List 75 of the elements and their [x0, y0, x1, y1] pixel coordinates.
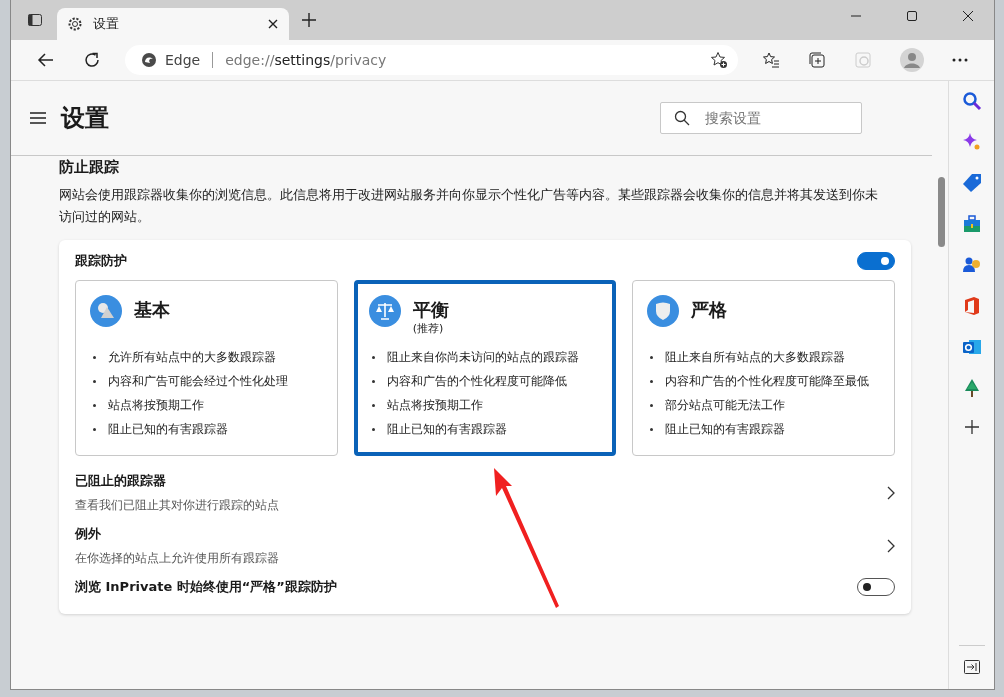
- level-point: 内容和广告的个性化程度可能降低: [386, 373, 567, 389]
- toolbox-icon[interactable]: [961, 214, 982, 234]
- search-icon[interactable]: [961, 91, 982, 111]
- level-title: 严格: [691, 298, 728, 322]
- setting-description: 在你选择的站点上允许使用所有跟踪器: [75, 551, 280, 566]
- bullet-icon: [93, 427, 96, 431]
- section-heading: 防止跟踪: [59, 158, 120, 178]
- level-option-card[interactable]: 基本 允许所有站点中的大多数跟踪器 内容和广告可能会经过个性化处理 站点将按预期工作 阻止已知的有害跟踪器: [75, 280, 338, 456]
- close-icon[interactable]: [267, 18, 279, 30]
- level-point: 内容和广告可能会经过个性化处理: [108, 373, 288, 389]
- toggle-switch[interactable]: [857, 578, 895, 596]
- level-subtitle: (推荐): [412, 321, 445, 336]
- page-title: 设置: [61, 103, 109, 134]
- bullet-icon: [650, 403, 654, 407]
- tag-icon[interactable]: [961, 173, 982, 193]
- setting-label: 浏览 InPrivate 时始终使用“严格”跟踪防护: [75, 578, 338, 596]
- level-title: 平衡: [412, 298, 449, 322]
- bullet-icon: [371, 379, 375, 383]
- toggle-switch[interactable]: [857, 252, 895, 270]
- hide-sidebar-icon[interactable]: [962, 659, 981, 675]
- close-icon[interactable]: [962, 10, 974, 22]
- level-title: 基本: [134, 298, 170, 322]
- bullet-icon: [650, 427, 654, 431]
- level-point: 站点将按预期工作: [386, 397, 483, 413]
- mail-app-icon[interactable]: [961, 337, 982, 357]
- bullet-icon: [650, 355, 654, 359]
- new-tab-icon[interactable]: [301, 12, 317, 28]
- more-icon[interactable]: [952, 58, 968, 62]
- shield-icon: [647, 295, 680, 327]
- bullet-icon: [650, 379, 654, 383]
- collections-icon[interactable]: [808, 51, 826, 69]
- bullet-icon: [371, 355, 375, 359]
- maximize-icon[interactable]: [906, 10, 918, 22]
- back-icon[interactable]: [37, 51, 55, 69]
- menu-icon[interactable]: [29, 111, 47, 125]
- level-point: 内容和广告的个性化程度可能降至最低: [665, 373, 870, 389]
- browser-tab[interactable]: 设置: [57, 8, 289, 40]
- level-point: 阻止来自所有站点的大多数跟踪器: [665, 349, 846, 365]
- level-point: 站点将按预期工作: [108, 397, 204, 413]
- shapes-icon: [90, 295, 122, 327]
- tab-actions-icon[interactable]: [27, 12, 43, 28]
- add-favorite-icon[interactable]: [710, 51, 728, 69]
- level-point: 允许所有站点中的大多数跟踪器: [108, 349, 276, 365]
- refresh-icon[interactable]: [83, 51, 101, 69]
- address-bar[interactable]: Edge edge://settings/privacy: [125, 45, 738, 75]
- level-point: 阻止已知的有害跟踪器: [665, 421, 786, 437]
- setting-label: 已阻止的跟踪器: [75, 472, 167, 490]
- favorites-icon[interactable]: [762, 51, 780, 69]
- setting-label: 跟踪防护: [75, 252, 127, 270]
- level-point: 阻止来自你尚未访问的站点的跟踪器: [386, 349, 579, 365]
- setting-label: 例外: [75, 525, 102, 543]
- browser-logo-icon: [141, 52, 157, 68]
- level-point: 阻止已知的有害跟踪器: [108, 421, 228, 437]
- chevron-right-icon[interactable]: [887, 538, 895, 553]
- bullet-icon: [93, 379, 96, 383]
- level-point: 部分站点可能无法工作: [665, 397, 786, 413]
- search-field[interactable]: 搜索设置: [660, 102, 862, 134]
- chevron-right-icon[interactable]: [887, 485, 895, 500]
- add-icon[interactable]: [963, 419, 980, 435]
- bullet-icon: [93, 355, 96, 359]
- level-point: 阻止已知的有害跟踪器: [386, 421, 507, 437]
- bullet-icon: [93, 403, 96, 407]
- bullet-icon: [371, 403, 375, 407]
- gear-icon: [67, 16, 83, 32]
- level-option-card[interactable]: 平衡 (推荐) 阻止来自你尚未访问的站点的跟踪器 内容和广告的个性化程度可能降低 站点将按预期工作 阻止已知的有害跟踪器: [353, 280, 617, 456]
- profile-avatar-icon[interactable]: [900, 48, 924, 72]
- bullet-icon: [371, 427, 375, 431]
- people-icon[interactable]: [961, 255, 982, 275]
- url-text: edge://settings/privacy: [225, 52, 387, 68]
- setting-description: 查看我们已阻止其对你进行跟踪的站点: [75, 498, 280, 513]
- scales-icon: [368, 295, 401, 327]
- scrollbar-thumb[interactable]: [937, 177, 945, 247]
- search-icon: [674, 110, 690, 126]
- level-option-card[interactable]: 严格 阻止来自所有站点的大多数跟踪器 内容和广告的个性化程度可能降至最低 部分站点可能无法工作 阻止已知的有害跟踪器: [632, 280, 895, 456]
- section-description: 网站会使用跟踪器收集你的浏览信息。此信息将用于改进网站服务并向你显示个性化广告等内容。某些跟踪器会收集你的信息并将其发送到你未访问过的网站。: [59, 186, 879, 226]
